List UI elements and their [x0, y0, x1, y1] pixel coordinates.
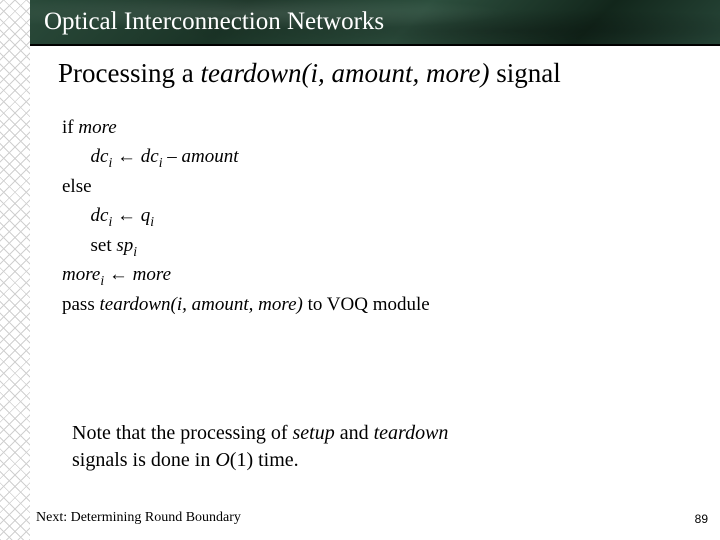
content-area: Processing a teardown(i, amount, more) s…	[58, 58, 688, 319]
algo-line-set-sp: set spi	[62, 231, 688, 260]
algo-line-else: else	[62, 172, 688, 201]
slide-heading: Processing a teardown(i, amount, more) s…	[58, 58, 688, 89]
algo-line-if: if more	[62, 113, 688, 142]
slide-title: Optical Interconnection Networks	[44, 8, 384, 36]
footer-next-label: Next: Determining Round Boundary	[36, 510, 241, 526]
algo-line-dc-q: dci ← qi	[62, 201, 688, 230]
algorithm-block: if more dci ← dci – amount else dci ← qi…	[58, 113, 688, 319]
algo-line-dc-minus: dci ← dci – amount	[62, 142, 688, 171]
title-bar: Optical Interconnection Networks	[30, 0, 720, 44]
title-bar-bg: Optical Interconnection Networks	[30, 0, 720, 44]
page-number: 89	[695, 512, 708, 526]
heading-signal: teardown(i, amount, more)	[200, 58, 489, 88]
left-pattern-strip	[0, 0, 30, 540]
heading-suffix: signal	[489, 58, 560, 88]
note-text: Note that the processing of setup and te…	[72, 420, 632, 474]
heading-prefix: Processing a	[58, 58, 200, 88]
algo-line-more-assign: morei ← more	[62, 260, 688, 289]
slide: Optical Interconnection Networks Process…	[0, 0, 720, 540]
algo-line-pass: pass teardown(i, amount, more) to VOQ mo…	[62, 290, 688, 319]
title-underline	[30, 44, 720, 46]
